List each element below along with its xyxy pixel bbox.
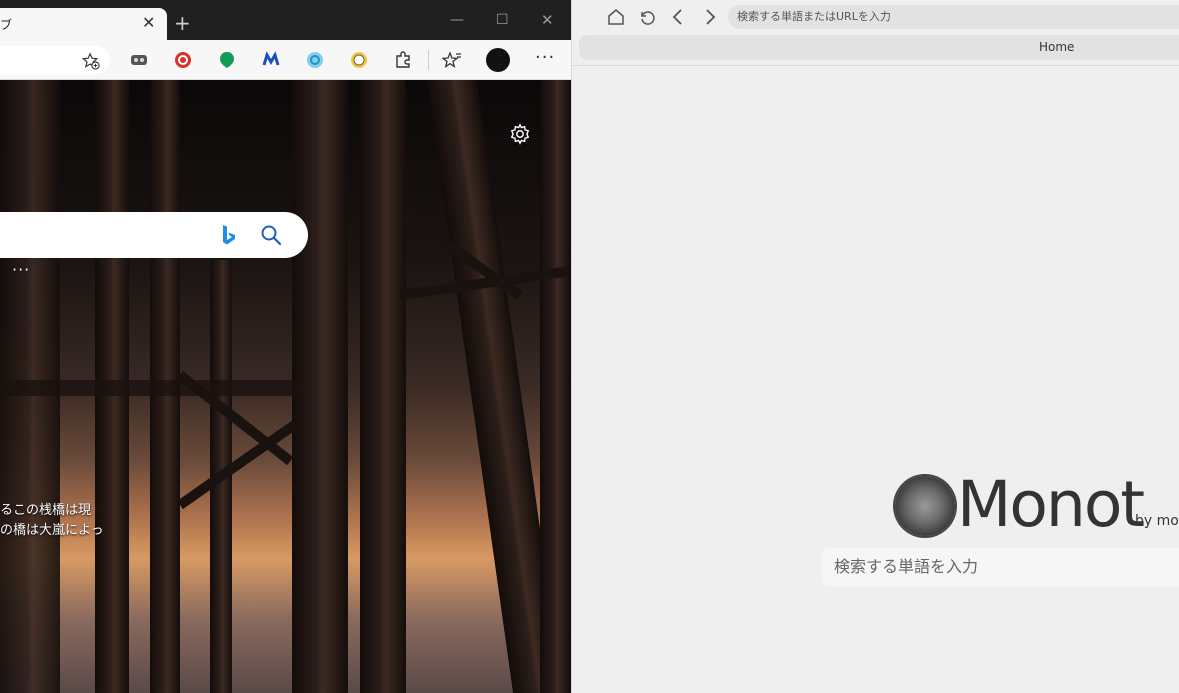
minimize-icon[interactable]: — — [450, 10, 464, 30]
search-icon[interactable] — [260, 224, 282, 246]
url-input[interactable]: 検索する単語またはURLを入力 — [728, 5, 1179, 29]
image-caption: るこの桟橋は現 の橋は大嵐によっ — [0, 501, 104, 541]
more-options-icon[interactable]: ··· — [535, 48, 555, 68]
monot-logo-text: Monot — [957, 468, 1145, 541]
tab-close-icon[interactable]: ✕ — [142, 13, 155, 33]
toolbar-divider — [572, 65, 1179, 66]
pier-pillar — [540, 80, 571, 693]
glasses-extension-icon[interactable] — [129, 50, 149, 70]
monot-search-input[interactable]: 検索する単語を入力 — [822, 548, 1179, 586]
toolbar-separator — [428, 50, 429, 70]
browser-tab[interactable]: ブ ✕ — [0, 8, 167, 40]
new-tab-page-background: ··· るこの桟橋は現 の橋は大嵐によっ — [0, 80, 571, 693]
edge-title-bar: ブ ✕ + — ☐ ✕ — [0, 0, 571, 40]
pier-beam — [177, 420, 298, 510]
home-icon[interactable] — [606, 7, 626, 27]
profile-avatar[interactable] — [486, 48, 510, 72]
extensions-puzzle-icon[interactable] — [393, 50, 413, 70]
m-extension-icon[interactable] — [261, 50, 281, 70]
tab-label: Home — [1039, 40, 1075, 54]
caption-line-2: の橋は大嵐によっ — [0, 523, 104, 538]
tab-title: ブ — [0, 18, 13, 32]
monot-logo-orb-icon — [895, 476, 955, 536]
edge-browser-window: ブ ✕ + — ☐ ✕ ··· ··· るこの桟橋は現 の橋は大嵐によっ — [0, 0, 571, 693]
bing-logo-icon — [223, 225, 235, 245]
blue-circle-extension-icon[interactable] — [305, 50, 325, 70]
pier-beam — [0, 380, 300, 396]
add-favorite-icon[interactable] — [82, 52, 100, 70]
green-extension-icon[interactable] — [217, 50, 237, 70]
caption-line-1: るこの桟橋は現 — [0, 503, 92, 518]
edge-toolbar: ··· — [0, 40, 571, 80]
red-circle-extension-icon[interactable] — [173, 50, 193, 70]
back-icon[interactable] — [668, 7, 688, 27]
reload-icon[interactable] — [637, 7, 657, 27]
bing-search-box[interactable] — [0, 212, 308, 258]
pier-pillar — [360, 80, 406, 693]
close-window-icon[interactable]: ✕ — [541, 10, 554, 30]
monot-logo-by: by monot — [1135, 513, 1179, 529]
address-bar[interactable] — [0, 46, 110, 74]
favorites-icon[interactable] — [442, 50, 462, 70]
ntp-more-dots[interactable]: ··· — [12, 260, 30, 279]
pier-pillar — [292, 80, 348, 693]
monot-browser-window: 検索する単語またはURLを入力 Home Monot by monot 検索する… — [571, 0, 1179, 693]
monot-toolbar: 検索する単語またはURLを入力 — [572, 0, 1179, 34]
monot-tab-home[interactable]: Home — [579, 35, 1179, 60]
new-tab-icon[interactable]: + — [174, 12, 191, 34]
yellow-extension-icon[interactable] — [349, 50, 369, 70]
settings-gear-icon[interactable] — [509, 123, 531, 145]
maximize-icon[interactable]: ☐ — [496, 10, 509, 30]
forward-icon[interactable] — [700, 7, 720, 27]
